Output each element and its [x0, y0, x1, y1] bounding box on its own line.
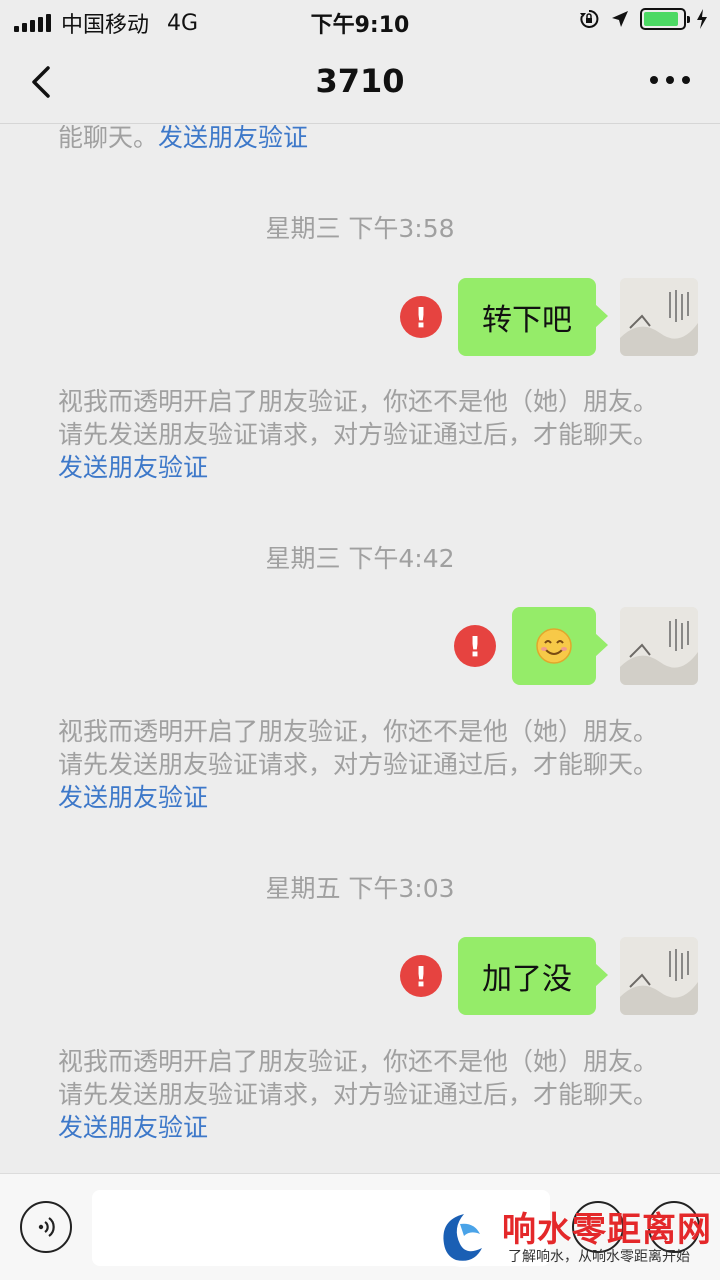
status-bar: 中国移动 4G 下午9:10	[0, 0, 720, 40]
chat-title: 3710	[315, 62, 405, 100]
verification-notice: 视我而透明开启了朋友验证，你还不是他（她）朋友。请先发送朋友验证请求，对方验证通…	[58, 385, 668, 484]
voice-icon[interactable]	[20, 1201, 72, 1253]
message-bubble[interactable]: 转下吧	[458, 278, 608, 356]
notice-text: 能聊天。	[58, 125, 159, 152]
send-verification-link[interactable]: 发送朋友验证	[58, 1113, 208, 1142]
message-timestamp: 星期五 下午3:03	[265, 874, 455, 903]
verification-notice: 视我而透明开启了朋友验证，你还不是他（她）朋友。请先发送朋友验证请求，对方验证通…	[58, 1045, 668, 1144]
message-timestamp: 星期三 下午3:58	[265, 214, 455, 243]
message-text: 转下吧	[482, 303, 572, 338]
message-row: !	[454, 606, 698, 686]
orientation-lock-icon	[580, 9, 599, 28]
site-logo-icon	[433, 1207, 493, 1267]
battery-level	[644, 12, 679, 26]
message-timestamp: 星期三 下午4:42	[265, 544, 455, 573]
verification-notice: 能聊天。发送朋友验证	[58, 125, 668, 154]
charging-icon	[697, 9, 707, 29]
location-icon	[612, 11, 628, 27]
watermark: 响水零距离网 了解响水，从响水零距离开始	[430, 1200, 720, 1272]
nav-bar: 3710	[0, 40, 720, 124]
watermark-title: 响水零距离网	[502, 1210, 712, 1250]
more-icon[interactable]	[650, 76, 690, 84]
message-bubble[interactable]: 加了没	[458, 937, 608, 1015]
verification-notice: 视我而透明开启了朋友验证，你还不是他（她）朋友。请先发送朋友验证请求，对方验证通…	[58, 715, 668, 814]
message-bubble[interactable]	[512, 607, 608, 685]
avatar[interactable]	[620, 937, 698, 1015]
chat-area[interactable]: 能聊天。发送朋友验证 星期三 下午3:58 ! 转下吧 视我而透明开启了朋友验证…	[0, 125, 720, 1173]
watermark-subtitle: 了解响水，从响水零距离开始	[508, 1249, 690, 1265]
notice-text: 视我而透明开启了朋友验证，你还不是他（她）朋友。请先发送朋友验证请求，对方验证通…	[58, 387, 659, 449]
send-failed-icon[interactable]: !	[400, 955, 442, 997]
message-row: ! 转下吧	[400, 277, 698, 357]
message-text: 加了没	[482, 962, 572, 997]
message-row: ! 加了没	[400, 936, 698, 1016]
smile-emoji-icon	[536, 628, 572, 664]
send-verification-link[interactable]: 发送朋友验证	[58, 453, 208, 482]
status-right	[578, 8, 708, 30]
battery-icon	[640, 8, 690, 30]
send-failed-icon[interactable]: !	[400, 296, 442, 338]
avatar[interactable]	[620, 278, 698, 356]
avatar[interactable]	[620, 607, 698, 685]
send-verification-link[interactable]: 发送朋友验证	[158, 125, 308, 152]
notice-text: 视我而透明开启了朋友验证，你还不是他（她）朋友。请先发送朋友验证请求，对方验证通…	[58, 717, 659, 779]
send-failed-icon[interactable]: !	[454, 625, 496, 667]
send-verification-link[interactable]: 发送朋友验证	[58, 783, 208, 812]
notice-text: 视我而透明开启了朋友验证，你还不是他（她）朋友。请先发送朋友验证请求，对方验证通…	[58, 1047, 659, 1109]
